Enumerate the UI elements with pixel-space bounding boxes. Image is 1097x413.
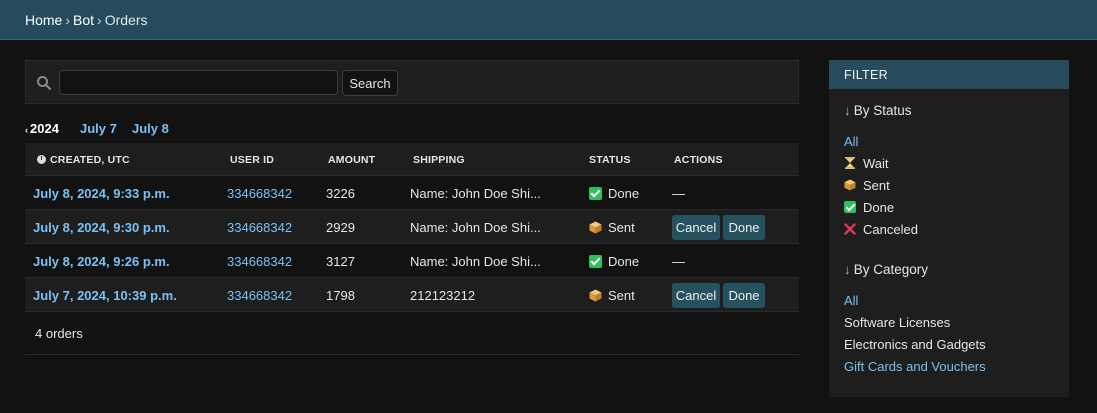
order-amount: 3226 — [326, 186, 355, 201]
filter-status-canceled[interactable]: Canceled — [844, 222, 918, 237]
order-date-link[interactable]: July 8, 2024, 9:30 p.m. — [33, 220, 170, 235]
breadcrumb-home[interactable]: Home — [25, 12, 62, 28]
package-icon — [589, 221, 602, 234]
filter-title: FILTER — [829, 60, 1069, 89]
order-amount: 1798 — [326, 288, 355, 303]
table-row: July 7, 2024, 10:39 p.m. 334668342 1798 … — [25, 278, 799, 312]
search-icon — [37, 76, 52, 91]
user-id-link[interactable]: 334668342 — [227, 186, 292, 201]
breadcrumb-separator: › — [97, 12, 102, 28]
status-label: Done — [608, 254, 640, 269]
no-actions: — — [672, 186, 685, 201]
status-label: Sent — [608, 220, 635, 235]
cancel-button[interactable]: Cancel — [672, 283, 720, 308]
column-created[interactable]: CREATED, UTC — [37, 154, 130, 166]
status-label: Sent — [608, 288, 635, 303]
user-id-link[interactable]: 334668342 — [227, 254, 292, 269]
package-icon — [589, 289, 602, 302]
hourglass-icon — [845, 157, 855, 169]
top-bar: Home › Bot › Orders — [0, 0, 1097, 40]
package-icon — [844, 179, 856, 191]
date-nav-july-7[interactable]: July 7 — [80, 121, 117, 136]
date-nav-year-label: 2024 — [30, 121, 59, 136]
filter-status-wait[interactable]: Wait — [844, 156, 889, 171]
arrow-down-icon: ↓ — [844, 103, 851, 118]
breadcrumb-separator: › — [65, 12, 71, 28]
filter-status-all[interactable]: All — [844, 134, 858, 149]
breadcrumb: Home › Bot › Orders — [25, 12, 148, 28]
date-nav-year[interactable]: ‹ 2024 — [25, 121, 59, 136]
status-badge: Sent — [589, 288, 635, 303]
no-actions: — — [672, 254, 685, 269]
filter-category-gift-cards[interactable]: Gift Cards and Vouchers — [844, 359, 986, 374]
order-shipping: Name: John Doe Shi... — [410, 186, 541, 201]
column-amount: AMOUNT — [328, 154, 376, 166]
search-bar: Search — [25, 60, 799, 104]
filter-status-done[interactable]: Done — [844, 200, 894, 215]
order-shipping: Name: John Doe Shi... — [410, 254, 541, 269]
order-date-link[interactable]: July 7, 2024, 10:39 p.m. — [33, 288, 177, 303]
search-button[interactable]: Search — [342, 70, 398, 96]
order-shipping: 212123212 — [410, 288, 476, 303]
column-status: STATUS — [589, 154, 631, 166]
status-badge: Sent — [589, 220, 635, 235]
cross-icon — [844, 223, 856, 235]
table-row: July 8, 2024, 9:30 p.m. 334668342 2929 N… — [25, 210, 799, 244]
check-icon — [589, 187, 602, 200]
search-input[interactable] — [59, 70, 338, 95]
table-header: CREATED, UTC USER ID AMOUNT SHIPPING STA… — [25, 143, 799, 176]
table-footer: 4 orders — [25, 312, 799, 355]
filter-category-heading-label: By Category — [853, 262, 929, 277]
column-created-label: CREATED, UTC — [50, 154, 130, 166]
filter-status-done-label: Done — [863, 200, 895, 215]
filter-status-heading-label: By Status — [853, 103, 912, 118]
order-amount: 2929 — [326, 220, 355, 235]
user-id-link[interactable]: 334668342 — [227, 220, 292, 235]
filter-category-heading: ↓ By Category — [844, 262, 928, 277]
filter-status-heading: ↓ By Status — [844, 103, 912, 118]
status-badge: Done — [589, 254, 639, 269]
column-actions: ACTIONS — [674, 154, 723, 166]
column-shipping: SHIPPING — [413, 154, 465, 166]
done-button[interactable]: Done — [723, 283, 765, 308]
date-nav-july-8[interactable]: July 8 — [132, 121, 169, 136]
check-icon — [589, 255, 602, 268]
column-user-id: USER ID — [230, 154, 274, 166]
filter-status-canceled-label: Canceled — [863, 222, 918, 237]
filter-status-wait-label: Wait — [863, 156, 889, 171]
order-date-link[interactable]: July 8, 2024, 9:33 p.m. — [33, 186, 170, 201]
status-label: Done — [608, 186, 640, 201]
order-shipping: Name: John Doe Shi... — [410, 220, 541, 235]
filter-category-all[interactable]: All — [844, 293, 858, 308]
breadcrumb-bot[interactable]: Bot — [73, 12, 94, 28]
order-date-link[interactable]: July 8, 2024, 9:26 p.m. — [33, 254, 170, 269]
table-row: July 8, 2024, 9:33 p.m. 334668342 3226 N… — [25, 176, 799, 210]
order-count: 4 orders — [35, 326, 83, 341]
cancel-button[interactable]: Cancel — [672, 215, 720, 240]
filter-category-electronics[interactable]: Electronics and Gadgets — [844, 337, 986, 352]
orders-table: CREATED, UTC USER ID AMOUNT SHIPPING STA… — [25, 143, 799, 355]
table-row: July 8, 2024, 9:26 p.m. 334668342 3127 N… — [25, 244, 799, 278]
chevron-left-icon: ‹ — [25, 125, 28, 135]
filter-status-sent-label: Sent — [863, 178, 890, 193]
filter-panel: FILTER ↓ By Status All Wait Sent Done Can… — [829, 60, 1069, 397]
breadcrumb-current: Orders — [104, 12, 148, 28]
clock-icon — [37, 155, 46, 164]
filter-status-sent[interactable]: Sent — [844, 178, 890, 193]
user-id-link[interactable]: 334668342 — [227, 288, 292, 303]
done-button[interactable]: Done — [723, 215, 765, 240]
check-icon — [844, 201, 856, 213]
status-badge: Done — [589, 186, 639, 201]
order-amount: 3127 — [326, 254, 355, 269]
filter-category-software[interactable]: Software Licenses — [844, 315, 950, 330]
arrow-down-icon: ↓ — [844, 262, 851, 277]
